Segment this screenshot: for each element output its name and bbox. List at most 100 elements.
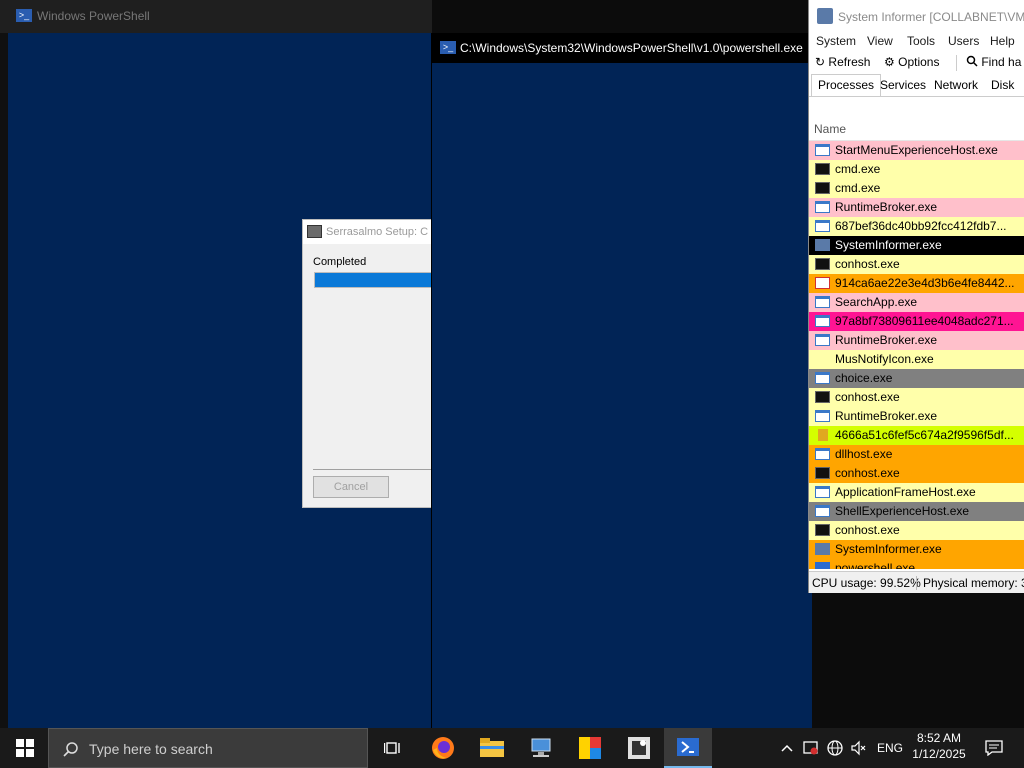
- process-row[interactable]: ShellExperienceHost.exe: [809, 502, 1024, 521]
- process-name: 687bef36dc40bb92fcc412fdb7...: [835, 219, 1007, 233]
- taskbar-system-informer[interactable]: [615, 728, 663, 768]
- process-row[interactable]: SearchApp.exe: [809, 293, 1024, 312]
- options-button[interactable]: ⚙ Options: [884, 55, 939, 69]
- process-row[interactable]: 4666a51c6fef5c674a2f9596f5df...: [809, 426, 1024, 445]
- process-name: conhost.exe: [835, 257, 900, 271]
- process-name: conhost.exe: [835, 466, 900, 480]
- window-icon: [815, 448, 830, 460]
- process-row[interactable]: powershell.exe: [809, 559, 1024, 569]
- find-handles-button[interactable]: Find ha: [966, 55, 1021, 69]
- taskbar: Type here to search ENG 8:52 AM 1/12/202…: [0, 728, 1024, 768]
- setup-titlebar[interactable]: Serrasalmo Setup: C: [303, 220, 431, 244]
- taskbar-firefox[interactable]: [419, 728, 467, 768]
- tab-services[interactable]: Services: [880, 78, 926, 92]
- process-row[interactable]: conhost.exe: [809, 255, 1024, 274]
- process-name: powershell.exe: [835, 561, 916, 569]
- firefox-icon: [432, 737, 454, 759]
- process-row[interactable]: StartMenuExperienceHost.exe: [809, 141, 1024, 160]
- defender-icon[interactable]: [803, 740, 819, 756]
- refresh-label: Refresh: [828, 55, 871, 69]
- taskbar-network-app[interactable]: [517, 728, 565, 768]
- control-panel-icon: [579, 737, 601, 759]
- process-row[interactable]: 97a8bf73809611ee4048adc271...: [809, 312, 1024, 331]
- column-header-name[interactable]: Name: [809, 118, 1024, 141]
- process-row[interactable]: cmd.exe: [809, 179, 1024, 198]
- tab-bar: Processes Services Network Disk: [809, 74, 1024, 97]
- process-name: SystemInformer.exe: [835, 542, 942, 556]
- process-name: conhost.exe: [835, 390, 900, 404]
- tab-network[interactable]: Network: [934, 78, 978, 92]
- system-informer-title: System Informer [COLLABNET\VM3: [838, 10, 1024, 24]
- process-row[interactable]: cmd.exe: [809, 160, 1024, 179]
- process-row[interactable]: conhost.exe: [809, 521, 1024, 540]
- taskbar-search-box[interactable]: Type here to search: [48, 728, 368, 768]
- window-icon: [815, 372, 830, 384]
- window-icon: [815, 220, 830, 232]
- start-button[interactable]: [0, 728, 48, 768]
- process-row[interactable]: dllhost.exe: [809, 445, 1024, 464]
- network-computer-icon: [531, 738, 551, 757]
- process-row[interactable]: choice.exe: [809, 369, 1024, 388]
- system-informer-icon: [817, 8, 833, 24]
- menu-tools[interactable]: Tools: [907, 34, 935, 48]
- process-row[interactable]: RuntimeBroker.exe: [809, 407, 1024, 426]
- task-view-icon: [384, 742, 400, 754]
- search-placeholder: Type here to search: [89, 741, 213, 757]
- refresh-button[interactable]: ↻ Refresh: [815, 55, 870, 69]
- windows-logo-icon: [16, 739, 34, 757]
- process-list[interactable]: StartMenuExperienceHost.exe cmd.exe cmd.ex…: [809, 141, 1024, 569]
- chevron-up-icon[interactable]: [781, 744, 793, 752]
- powershell-window-right[interactable]: [431, 33, 812, 728]
- menu-users[interactable]: Users: [948, 34, 979, 48]
- window-icon: [815, 315, 830, 327]
- menu-view[interactable]: View: [867, 34, 893, 48]
- process-row[interactable]: RuntimeBroker.exe: [809, 198, 1024, 217]
- taskbar-powershell[interactable]: [664, 728, 712, 768]
- menu-help[interactable]: Help: [990, 34, 1015, 48]
- menu-system[interactable]: System: [816, 34, 856, 48]
- system-informer-window[interactable]: System Informer [COLLABNET\VM3 System Vi…: [808, 0, 1024, 593]
- taskbar-app-colorful[interactable]: [566, 728, 614, 768]
- physical-memory-status: Physical memory: 3: [916, 576, 1024, 590]
- process-name: dllhost.exe: [835, 447, 893, 461]
- task-view-button[interactable]: [368, 728, 416, 768]
- globe-icon[interactable]: [827, 740, 843, 756]
- process-row[interactable]: 687bef36dc40bb92fcc412fdb7...: [809, 217, 1024, 236]
- taskbar-file-explorer[interactable]: [468, 728, 516, 768]
- setup-dialog[interactable]: Serrasalmo Setup: C Completed Cancel: [302, 219, 432, 508]
- process-name: SystemInformer.exe: [835, 238, 942, 252]
- window-edge: [0, 33, 8, 728]
- status-bar: CPU usage: 99.52% Physical memory: 3: [809, 571, 1024, 593]
- setup-title: Serrasalmo Setup: C: [326, 226, 429, 238]
- powershell-right-titlebar[interactable]: >_ C:\Windows\System32\WindowsPowerShell…: [431, 33, 811, 63]
- tab-processes[interactable]: Processes: [811, 74, 882, 96]
- process-row[interactable]: conhost.exe: [809, 388, 1024, 407]
- console-icon: [815, 182, 830, 194]
- toolbar-separator: [956, 55, 957, 71]
- process-row[interactable]: ApplicationFrameHost.exe: [809, 483, 1024, 502]
- system-informer-titlebar[interactable]: System Informer [COLLABNET\VM3: [809, 0, 1024, 30]
- language-indicator[interactable]: ENG: [877, 741, 903, 755]
- toolbar: ↻ Refresh ⚙ Options Find ha: [809, 52, 1024, 74]
- process-row[interactable]: SystemInformer.exe: [809, 236, 1024, 255]
- process-name: SearchApp.exe: [835, 295, 918, 309]
- process-row[interactable]: conhost.exe: [809, 464, 1024, 483]
- tab-disk[interactable]: Disk: [991, 78, 1014, 92]
- volume-muted-icon[interactable]: [851, 740, 867, 756]
- powershell-icon: >_: [440, 41, 456, 54]
- column-header-label: Name: [814, 122, 847, 136]
- powershell-left-titlebar[interactable]: >_ Windows PowerShell: [0, 0, 432, 33]
- process-name: 4666a51c6fef5c674a2f9596f5df...: [835, 428, 1014, 442]
- process-row[interactable]: RuntimeBroker.exe: [809, 331, 1024, 350]
- gear-icon: ⚙: [884, 55, 895, 69]
- process-name: cmd.exe: [835, 162, 881, 176]
- notification-icon[interactable]: [985, 740, 1003, 756]
- clock-date: 1/12/2025: [912, 747, 966, 761]
- process-row[interactable]: MusNotifyIcon.exe: [809, 350, 1024, 369]
- process-row[interactable]: SystemInformer.exe: [809, 540, 1024, 559]
- powershell-icon: >_: [16, 9, 32, 22]
- cancel-button[interactable]: Cancel: [313, 476, 389, 498]
- process-row[interactable]: 914ca6ae22e3e4d3b6e4fe8442...: [809, 274, 1024, 293]
- powershell-right-title: C:\Windows\System32\WindowsPowerShell\v1…: [460, 41, 803, 55]
- clock[interactable]: 8:52 AM 1/12/2025: [906, 731, 972, 761]
